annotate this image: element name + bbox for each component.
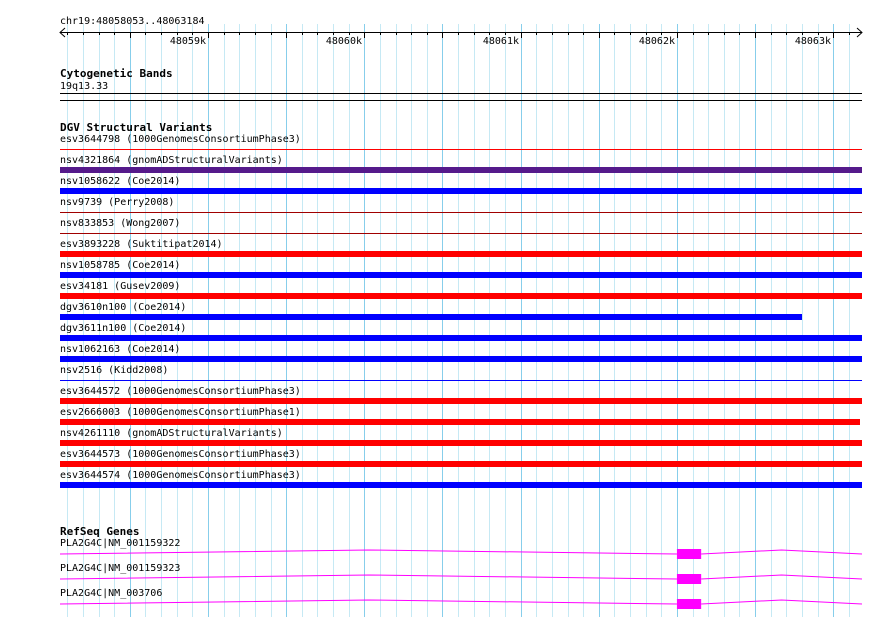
dgv-feature-glyph[interactable] — [60, 272, 862, 278]
ruler-tick-label: 48060k — [326, 36, 362, 47]
dgv-feature-glyph[interactable] — [60, 233, 862, 234]
genome-browser-view: chr19:48058053..48063184 48059k 48060k 480… — [0, 0, 890, 617]
dgv-feature-glyph[interactable] — [60, 314, 802, 320]
dgv-feature-glyph[interactable] — [60, 461, 862, 467]
refseq-gene-model[interactable] — [0, 548, 890, 564]
refseq-exon[interactable] — [676, 574, 702, 584]
dgv-feature-glyph[interactable] — [60, 167, 862, 173]
dgv-feature-label[interactable]: esv3893228 (Suktitipat2014) — [60, 239, 223, 250]
dgv-track-title: DGV Structural Variants — [60, 121, 213, 134]
dgv-feature-label[interactable]: esv34181 (Gusev2009) — [60, 281, 180, 292]
cytoband-label[interactable]: 19q13.33 — [60, 81, 108, 92]
refseq-intron-line — [59, 599, 863, 605]
cytoband-band-top[interactable] — [60, 93, 862, 94]
dgv-feature-label[interactable]: nsv4261110 (gnomADStructuralVariants) — [60, 428, 283, 439]
refseq-gene-model[interactable] — [0, 573, 890, 589]
dgv-feature-glyph[interactable] — [60, 251, 862, 257]
cytoband-track-title: Cytogenetic Bands — [60, 67, 173, 80]
dgv-feature-label[interactable]: nsv1058785 (Coe2014) — [60, 260, 180, 271]
ruler-tick-label: 48059k — [170, 36, 206, 47]
dgv-feature-glyph[interactable] — [60, 188, 862, 194]
refseq-exon[interactable] — [676, 549, 702, 559]
dgv-feature-label[interactable]: nsv4321864 (gnomADStructuralVariants) — [60, 155, 283, 166]
refseq-exon[interactable] — [676, 599, 702, 609]
dgv-feature-label[interactable]: esv3644573 (1000GenomesConsortiumPhase3) — [60, 449, 301, 460]
dgv-feature-glyph[interactable] — [60, 419, 860, 425]
refseq-track-title: RefSeq Genes — [60, 525, 140, 538]
dgv-feature-label[interactable]: nsv9739 (Perry2008) — [60, 197, 174, 208]
dgv-feature-glyph[interactable] — [60, 398, 862, 404]
dgv-feature-glyph[interactable] — [60, 440, 862, 446]
dgv-feature-glyph[interactable] — [60, 149, 862, 150]
dgv-feature-label[interactable]: esv3644572 (1000GenomesConsortiumPhase3) — [60, 386, 301, 397]
dgv-feature-label[interactable]: esv3644574 (1000GenomesConsortiumPhase3) — [60, 470, 301, 481]
dgv-feature-label[interactable]: dgv3611n100 (Coe2014) — [60, 323, 186, 334]
dgv-feature-glyph[interactable] — [60, 482, 862, 488]
refseq-intron-line — [59, 574, 863, 580]
dgv-feature-label[interactable]: esv2666003 (1000GenomesConsortiumPhase1) — [60, 407, 301, 418]
coordinate-ruler[interactable]: 48059k 48060k 48061k 48062k 48063k — [0, 24, 890, 48]
dgv-feature-label[interactable]: nsv2516 (Kidd2008) — [60, 365, 168, 376]
dgv-feature-label[interactable]: nsv833853 (Wong2007) — [60, 218, 180, 229]
ruler-tick-label: 48061k — [483, 36, 519, 47]
dgv-feature-label[interactable]: esv3644798 (1000GenomesConsortiumPhase3) — [60, 134, 301, 145]
refseq-gene-model[interactable] — [0, 598, 890, 614]
dgv-feature-glyph[interactable] — [60, 212, 862, 213]
cytoband-band-bottom — [60, 100, 862, 101]
ruler-tick-label: 48063k — [795, 36, 831, 47]
dgv-feature-glyph[interactable] — [60, 380, 862, 381]
refseq-intron-line — [59, 549, 863, 555]
dgv-feature-label[interactable]: nsv1058622 (Coe2014) — [60, 176, 180, 187]
ruler-tick-label: 48062k — [639, 36, 675, 47]
dgv-feature-glyph[interactable] — [60, 335, 862, 341]
dgv-feature-label[interactable]: dgv3610n100 (Coe2014) — [60, 302, 186, 313]
dgv-feature-glyph[interactable] — [60, 356, 862, 362]
dgv-feature-label[interactable]: nsv1062163 (Coe2014) — [60, 344, 180, 355]
dgv-feature-glyph[interactable] — [60, 293, 862, 299]
